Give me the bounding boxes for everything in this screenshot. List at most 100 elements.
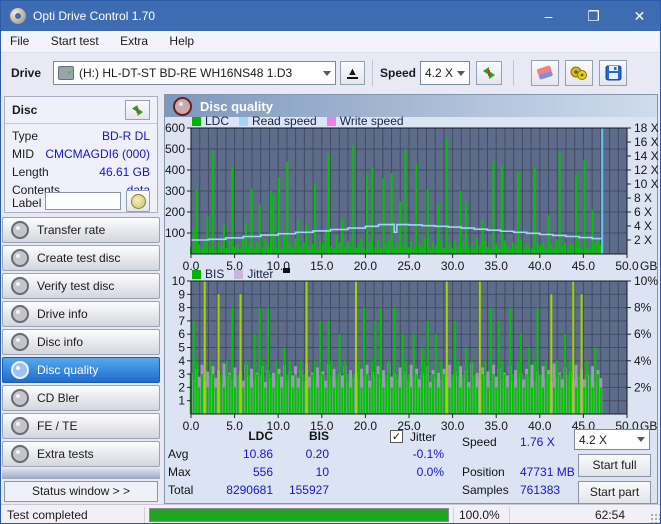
disc-icon [11, 305, 29, 323]
maximize-button[interactable]: ❐ [571, 1, 616, 31]
svg-text:45.0: 45.0 [572, 259, 596, 273]
status-bar: Test completed 100.0% 62:54 [1, 504, 660, 523]
svg-text:100: 100 [165, 226, 185, 240]
sidebar-item-cd-bler[interactable]: CD Bler [2, 385, 160, 411]
sidebar-item-transfer-rate[interactable]: Transfer rate [2, 217, 160, 243]
speed-stat-value: 1.76 X [520, 435, 555, 449]
status-window-button[interactable]: Status window > > [4, 481, 158, 502]
menu-extra[interactable]: Extra [111, 31, 157, 51]
ldc-legend-swatch [192, 116, 201, 126]
svg-text:1: 1 [178, 394, 185, 408]
sidebar-item-create-test-disc[interactable]: Create test disc [2, 245, 160, 271]
minimize-button[interactable]: – [526, 1, 571, 31]
drive-icon [58, 66, 74, 80]
tools-button[interactable] [565, 60, 593, 86]
svg-text:4 X: 4 X [634, 219, 652, 233]
svg-text:0.0: 0.0 [183, 419, 200, 433]
svg-text:18 X: 18 X [634, 122, 659, 135]
disc-field-label: Label [12, 196, 42, 210]
menu-file[interactable]: File [1, 31, 38, 51]
svg-text:300: 300 [165, 184, 185, 198]
elapsed-time: 62:54 [594, 508, 625, 522]
sidebar-item-fe-te[interactable]: FE / TE [2, 413, 160, 439]
disc-panel-title: Disc [12, 103, 38, 117]
avg-row-label: Avg [168, 447, 189, 461]
jitter-checkbox-label: Jitter [410, 430, 437, 444]
resize-grip[interactable] [650, 513, 660, 523]
toolbar: Drive (H:) HL-DT-ST BD-RE WH16NS48 1.D3 … [1, 53, 660, 94]
legend-label: BIS [205, 267, 225, 281]
sidebar-item-label: Create test disc [37, 251, 121, 265]
menu-help[interactable]: Help [160, 31, 203, 51]
divider [509, 507, 510, 523]
chevron-down-icon [323, 70, 331, 76]
svg-text:8 X: 8 X [634, 191, 652, 205]
sidebar-item-verify-test-disc[interactable]: Verify test disc [2, 273, 160, 299]
disc-icon [173, 96, 192, 116]
divider [144, 507, 145, 523]
svg-text:5: 5 [178, 341, 185, 355]
samples-stat-value: 761383 [520, 483, 561, 497]
title-bar: Opti Drive Control 1.70 – ❐ ✕ [1, 1, 660, 31]
svg-text:15.0: 15.0 [310, 259, 334, 273]
eject-button[interactable]: ▲ [340, 61, 365, 85]
disc-refresh-button[interactable] [125, 100, 150, 120]
svg-text:600: 600 [165, 122, 185, 135]
jitter-checkbox[interactable]: ✓ [390, 430, 403, 443]
sidebar-filler [2, 468, 160, 479]
start-full-button[interactable]: Start full [578, 454, 651, 477]
ldc-column-header: LDC [248, 429, 273, 443]
svg-text:2%: 2% [634, 380, 652, 394]
svg-text:25.0: 25.0 [397, 259, 421, 273]
max-row-label: Max [168, 465, 191, 479]
svg-text:GB: GB [640, 259, 657, 273]
total-bis-value: 155927 [288, 483, 329, 497]
svg-text:4: 4 [178, 354, 185, 368]
refresh-icon [132, 104, 143, 116]
max-jitter-value: 0.0% [416, 465, 444, 479]
drive-select[interactable]: (H:) HL-DT-ST BD-RE WH16NS48 1.D3 [53, 61, 336, 85]
sidebar-item-label: Drive info [37, 307, 88, 321]
jitter-legend-swatch [234, 269, 244, 279]
speed-stat-label: Speed [462, 435, 497, 449]
legend-label: LDC [205, 114, 230, 128]
close-button[interactable]: ✕ [617, 1, 660, 31]
test-speed-select[interactable]: 4.2 X [574, 429, 650, 450]
sidebar-item-disc-quality[interactable]: Disc quality [2, 357, 160, 383]
speed-select[interactable]: 4.2 X [420, 61, 470, 85]
progress-bar [149, 508, 449, 522]
drive-select-value: (H:) HL-DT-ST BD-RE WH16NS48 1.D3 [79, 66, 293, 80]
disc-icon [11, 249, 29, 267]
disc-mid-value: CMCMAGDI6 (000) [45, 147, 150, 161]
menu-start-test[interactable]: Start test [42, 31, 108, 51]
app-icon [10, 8, 26, 24]
chevron-down-icon [637, 437, 645, 442]
svg-text:50.0: 50.0 [615, 259, 639, 273]
gears-icon [570, 66, 587, 80]
svg-text:10%: 10% [634, 274, 658, 288]
disc-icon [11, 361, 29, 379]
check-icon: ✓ [391, 431, 402, 443]
svg-text:400: 400 [165, 163, 185, 177]
progress-percent: 100.0% [459, 508, 500, 522]
disc-panel: Disc Type BD-R DL MID CMCMAGDI6 (000) Leng… [4, 96, 158, 213]
svg-text:10 X: 10 X [634, 177, 659, 191]
sidebar-item-extra-tests[interactable]: Extra tests [2, 441, 160, 467]
test-speed-select-value: 4.2 X [579, 432, 608, 447]
sidebar-item-label: CD Bler [37, 391, 80, 405]
avg-bis-value: 0.20 [305, 447, 329, 461]
disc-icon [11, 389, 29, 407]
sidebar-item-drive-info[interactable]: Drive info [2, 301, 160, 327]
svg-text:6%: 6% [634, 327, 652, 341]
refresh-button[interactable] [476, 61, 502, 85]
erase-button[interactable] [531, 60, 559, 86]
start-part-button[interactable]: Start part [578, 481, 651, 504]
save-button[interactable] [599, 60, 627, 86]
label-input[interactable] [45, 192, 121, 210]
legend-label: Read speed [252, 114, 317, 128]
label-disc-button[interactable] [126, 190, 150, 212]
window-title: Opti Drive Control 1.70 [33, 9, 156, 23]
sidebar-item-disc-info[interactable]: Disc info [2, 329, 160, 355]
disc-field-label: MID [12, 147, 34, 161]
svg-text:14 X: 14 X [634, 149, 659, 163]
